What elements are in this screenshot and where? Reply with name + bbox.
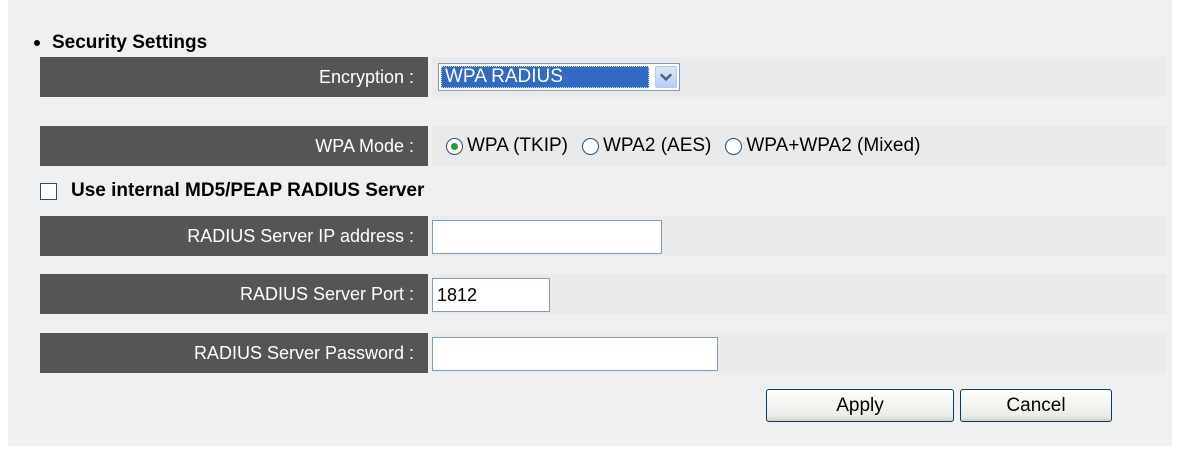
radius-password-input[interactable]: [432, 337, 718, 371]
radius-password-value-cell: [432, 333, 1166, 373]
radius-ip-input[interactable]: [432, 220, 662, 254]
radio-tkip[interactable]: [446, 137, 463, 155]
radius-password-label: RADIUS Server Password :: [40, 333, 428, 373]
radio-aes[interactable]: [581, 137, 599, 155]
cancel-button[interactable]: Cancel: [960, 389, 1112, 422]
encryption-selected-value[interactable]: WPA RADIUS: [441, 66, 649, 88]
wpa-mode-option-tkip[interactable]: WPA (TKIP): [446, 135, 568, 157]
internal-radius-row[interactable]: Use internal MD5/PEAP RADIUS Server: [40, 176, 424, 206]
chevron-down-icon[interactable]: [655, 66, 677, 88]
encryption-value-cell: WPA RADIUS: [432, 57, 1166, 97]
wpa-mode-option-aes[interactable]: WPA2 (AES): [581, 135, 712, 157]
radius-ip-value-cell: [432, 216, 1166, 256]
wpa-mode-label: WPA Mode :: [40, 126, 428, 166]
apply-button[interactable]: Apply: [766, 389, 954, 422]
radius-port-label: RADIUS Server Port :: [40, 274, 428, 314]
internal-radius-checkbox[interactable]: [40, 182, 57, 200]
radio-tkip-label: WPA (TKIP): [467, 135, 568, 156]
wpa-mode-option-mixed[interactable]: WPA+WPA2 (Mixed): [725, 135, 920, 157]
section-title-label: Security Settings: [52, 32, 208, 53]
wpa-mode-radio-group: WPA (TKIP) WPA2 (AES) WPA+WPA2 (Mixed): [446, 126, 934, 166]
section-title: Security Settings: [34, 28, 208, 58]
radius-ip-label: RADIUS Server IP address :: [40, 216, 428, 256]
bullet-icon: [34, 40, 40, 46]
radio-aes-label: WPA2 (AES): [602, 135, 712, 156]
radio-mixed-label: WPA+WPA2 (Mixed): [746, 135, 921, 156]
radius-port-value-cell: [432, 274, 1166, 314]
internal-radius-label: Use internal MD5/PEAP RADIUS Server: [71, 180, 425, 201]
encryption-select[interactable]: WPA RADIUS: [438, 63, 680, 91]
radio-mixed[interactable]: [725, 137, 743, 155]
encryption-label: Encryption :: [40, 57, 428, 97]
radius-port-input[interactable]: [432, 278, 550, 312]
wpa-mode-value-cell: WPA (TKIP) WPA2 (AES) WPA+WPA2 (Mixed): [432, 126, 1166, 166]
